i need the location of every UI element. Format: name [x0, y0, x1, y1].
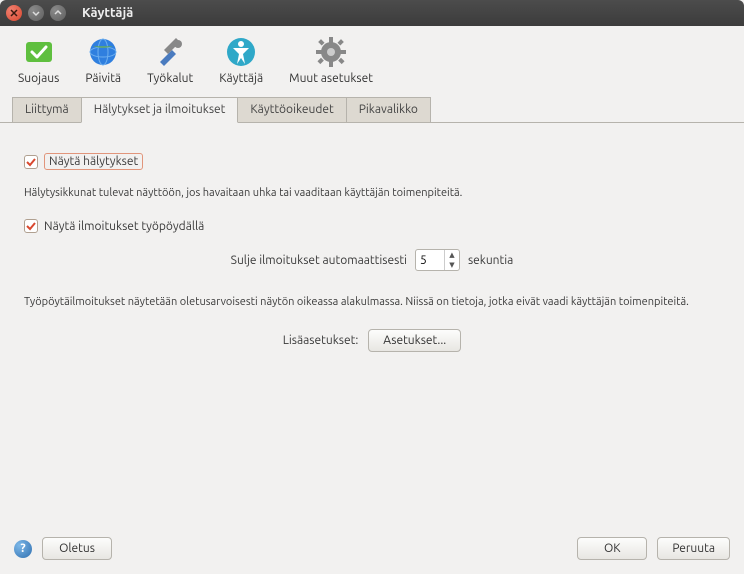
- desktop-description: Työpöytäilmoitukset näytetään oletusarvo…: [24, 295, 720, 310]
- toolbar-tools-label: Työkalut: [147, 72, 193, 85]
- tools-icon: [154, 36, 186, 68]
- auto-close-row: Sulje ilmoitukset automaattisesti ▲ ▼ se…: [24, 249, 720, 271]
- show-alerts-row: Näytä hälytykset: [24, 153, 720, 170]
- auto-close-label: Sulje ilmoitukset automaattisesti: [231, 254, 407, 267]
- tab-interface[interactable]: Liittymä: [12, 97, 82, 122]
- ok-button[interactable]: OK: [577, 537, 647, 560]
- tab-alerts[interactable]: Hälytykset ja ilmoitukset: [81, 97, 239, 123]
- toolbar-other-label: Muut asetukset: [289, 72, 373, 85]
- advanced-label: Lisäasetukset:: [283, 334, 359, 347]
- gear-icon: [315, 36, 347, 68]
- toolbar: Suojaus Päivitä Työkalut Käyttäjä Muut a…: [0, 26, 744, 93]
- close-icon[interactable]: [6, 5, 22, 21]
- spinner-arrows: ▲ ▼: [444, 250, 459, 270]
- seconds-spinner[interactable]: ▲ ▼: [415, 249, 460, 271]
- seconds-label: sekuntia: [468, 254, 513, 267]
- titlebar: Käyttäjä: [0, 0, 744, 26]
- tabbar: Liittymä Hälytykset ja ilmoitukset Käytt…: [0, 93, 744, 123]
- minimize-icon[interactable]: [28, 5, 44, 21]
- show-desktop-row: Näytä ilmoitukset työpöydällä: [24, 219, 720, 233]
- globe-icon: [87, 36, 119, 68]
- toolbar-tools[interactable]: Työkalut: [147, 36, 193, 85]
- show-alerts-checkbox[interactable]: [24, 155, 38, 169]
- help-icon[interactable]: ?: [14, 540, 32, 558]
- toolbar-update-label: Päivitä: [85, 72, 121, 85]
- window-title: Käyttäjä: [82, 6, 133, 20]
- spinner-up-icon[interactable]: ▲: [445, 250, 459, 260]
- toolbar-protect-label: Suojaus: [18, 72, 59, 85]
- spinner-down-icon[interactable]: ▼: [445, 260, 459, 270]
- toolbar-update[interactable]: Päivitä: [85, 36, 121, 85]
- tab-content: Näytä hälytykset Hälytysikkunat tulevat …: [0, 123, 744, 527]
- show-desktop-checkbox[interactable]: [24, 219, 38, 233]
- toolbar-protect[interactable]: Suojaus: [18, 36, 59, 85]
- footer: ? Oletus OK Peruuta: [0, 527, 744, 574]
- toolbar-other[interactable]: Muut asetukset: [289, 36, 373, 85]
- alerts-description: Hälytysikkunat tulevat näyttöön, jos hav…: [24, 186, 720, 201]
- window-buttons: [6, 5, 66, 21]
- show-desktop-label: Näytä ilmoitukset työpöydällä: [44, 220, 204, 233]
- toolbar-user-label: Käyttäjä: [219, 72, 263, 85]
- show-alerts-label: Näytä hälytykset: [44, 153, 143, 170]
- tab-rights[interactable]: Käyttöoikeudet: [237, 97, 346, 122]
- shield-check-icon: [23, 36, 55, 68]
- default-button[interactable]: Oletus: [42, 537, 112, 560]
- settings-button[interactable]: Asetukset...: [368, 329, 461, 352]
- window: Käyttäjä Suojaus Päivitä Työkalut Käyttä…: [0, 0, 744, 574]
- seconds-input[interactable]: [416, 254, 444, 267]
- accessibility-icon: [225, 36, 257, 68]
- toolbar-user[interactable]: Käyttäjä: [219, 36, 263, 85]
- tab-quickmenu[interactable]: Pikavalikko: [346, 97, 431, 122]
- advanced-row: Lisäasetukset: Asetukset...: [24, 329, 720, 352]
- cancel-button[interactable]: Peruuta: [657, 537, 730, 560]
- maximize-icon[interactable]: [50, 5, 66, 21]
